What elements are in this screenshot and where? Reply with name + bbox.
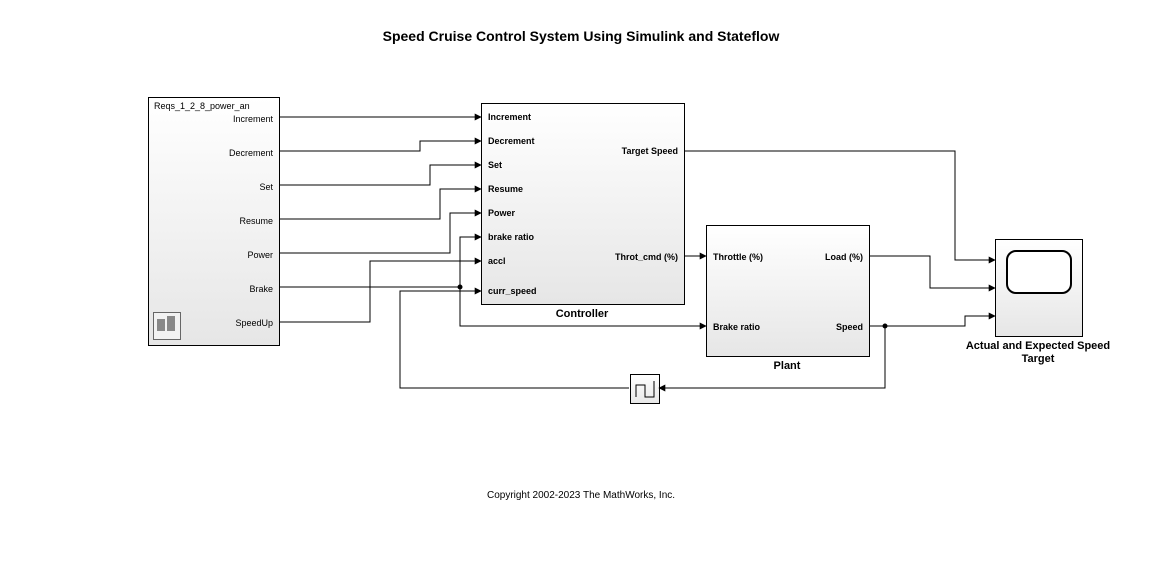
- plant-block[interactable]: Throttle (%) Brake ratio Load (%) Speed: [706, 225, 870, 357]
- ctrl-in-resume: Resume: [488, 184, 523, 194]
- source-block[interactable]: Reqs_1_2_8_power_an Increment Decrement …: [148, 97, 280, 346]
- ctrl-out-targetspeed: Target Speed: [622, 146, 678, 156]
- ctrl-in-brakeratio: brake ratio: [488, 232, 534, 242]
- plant-label: Plant: [706, 360, 868, 372]
- src-out-brake: Brake: [249, 284, 273, 294]
- memory-block[interactable]: [630, 374, 660, 404]
- ctrl-in-set: Set: [488, 160, 502, 170]
- source-title: Reqs_1_2_8_power_an: [154, 101, 250, 111]
- ctrl-out-throtcmd: Throt_cmd (%): [615, 252, 678, 262]
- ctrl-in-accl: accl: [488, 256, 506, 266]
- ctrl-in-power: Power: [488, 208, 515, 218]
- controller-block[interactable]: Increment Decrement Set Resume Power bra…: [481, 103, 685, 305]
- plant-in-brakeratio: Brake ratio: [713, 322, 760, 332]
- ctrl-in-decrement: Decrement: [488, 136, 535, 146]
- plant-in-throttle: Throttle (%): [713, 252, 763, 262]
- signal-builder-icon: [153, 312, 181, 340]
- src-out-increment: Increment: [233, 114, 273, 124]
- src-out-resume: Resume: [239, 216, 273, 226]
- diagram-canvas: Speed Cruise Control System Using Simuli…: [0, 0, 1162, 563]
- plant-out-load: Load (%): [825, 252, 863, 262]
- plant-out-speed: Speed: [836, 322, 863, 332]
- scope-block[interactable]: [995, 239, 1083, 337]
- src-out-decrement: Decrement: [229, 148, 273, 158]
- diagram-title: Speed Cruise Control System Using Simuli…: [0, 28, 1162, 44]
- copyright-text: Copyright 2002-2023 The MathWorks, Inc.: [0, 490, 1162, 501]
- src-out-power: Power: [247, 250, 273, 260]
- controller-label: Controller: [481, 308, 683, 320]
- scope-label: Actual and Expected Speed Target: [960, 340, 1116, 366]
- src-out-set: Set: [259, 182, 273, 192]
- ctrl-in-currspeed: curr_speed: [488, 286, 537, 296]
- src-out-speedup: SpeedUp: [235, 318, 273, 328]
- scope-screen-icon: [1006, 250, 1072, 294]
- ctrl-in-increment: Increment: [488, 112, 531, 122]
